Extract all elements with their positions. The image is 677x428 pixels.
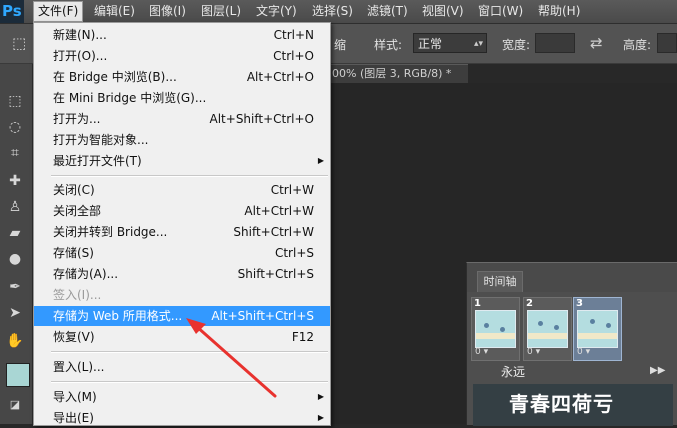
select-arrows-icon: ▴▾ [473,39,483,49]
menu-item-export[interactable]: 导出(E) ▶ [34,408,330,428]
frame-thumbnail [475,310,516,348]
swap-icon[interactable]: ⇄ [590,34,603,52]
submenu-arrow-icon: ▶ [317,413,324,422]
blur-icon[interactable]: ● [3,248,27,270]
menu-item-import[interactable]: 导入(M) ▶ [34,387,330,407]
animation-frame-1[interactable]: 1 0 ▾ [471,297,520,361]
frame-thumbnail [577,310,618,348]
animation-frame-2[interactable]: 2 0 ▾ [523,297,572,361]
tools-panel: ⬚ ◌ ⌗ ✚ ♙ ▰ ● ✒ ➤ ✋ ◪ [0,64,33,424]
style-select-value: 正常 [418,37,443,51]
frame-thumbnail [527,310,568,348]
menu-item-close[interactable]: 关闭(C) Ctrl+W [34,180,330,200]
width-input[interactable] [535,33,575,53]
menu-type[interactable]: 文字(Y) [252,2,301,21]
menu-item-open-as-smart-object[interactable]: 打开为智能对象... [34,130,330,150]
clone-stamp-icon[interactable]: ♙ [3,196,27,218]
menu-separator [51,381,328,383]
document-tab[interactable]: 00% (图层 3, RGB/8) * [330,64,468,83]
timeline-tab[interactable]: 时间轴 [477,271,523,292]
frame-delay[interactable]: 0 ▾ [475,347,488,357]
menu-file[interactable]: 文件(F) [33,1,84,22]
menu-separator [51,175,328,177]
style-label: 样式: [374,38,403,52]
loop-options-select[interactable]: 永远 [501,364,525,380]
animation-frame-3[interactable]: 3 0 ▾ [573,297,622,361]
path-selection-icon[interactable]: ➤ [3,302,27,324]
submenu-arrow-icon: ▶ [317,392,324,401]
menu-layer[interactable]: 图层(L) [197,2,245,21]
preview-text: 青春四荷亏 [509,392,614,416]
pen-icon[interactable]: ✒ [3,276,27,298]
menu-image[interactable]: 图像(I) [145,2,190,21]
menu-item-check-in: 签入(I)... [53,288,102,302]
height-input[interactable] [657,33,677,53]
foreground-color-swatch[interactable] [6,363,30,387]
menu-help[interactable]: 帮助(H) [534,2,584,21]
menu-item-open[interactable]: 打开(O)... Ctrl+O [34,46,330,66]
menu-item-browse-bridge[interactable]: 在 Bridge 中浏览(B)... Alt+Ctrl+O [34,67,330,87]
menu-separator [51,351,328,353]
menu-item-save[interactable]: 存储(S) Ctrl+S [34,243,330,263]
timeline-panel: 时间轴 1 0 ▾ 2 0 ▾ 3 0 ▾ 永远 ▶▶ 青春四荷亏 [466,262,677,426]
file-menu-dropdown: 新建(N)... Ctrl+N 打开(O)... Ctrl+O 在 Bridge 中… [33,22,331,426]
menu-item-new[interactable]: 新建(N)... Ctrl+N [34,25,330,45]
menu-item-revert[interactable]: 恢复(V) F12 [34,327,330,347]
menu-bar: Ps 文件(F) 编辑(E) 图像(I) 图层(L) 文字(Y) 选择(S) 滤… [0,0,677,24]
hand-icon[interactable]: ✋ [3,330,27,352]
menu-item-browse-mini-bridge[interactable]: 在 Mini Bridge 中浏览(G)... [34,88,330,108]
menu-view[interactable]: 视图(V) [418,2,468,21]
frame-number: 2 [526,298,533,309]
options-partial-label: 缩 [334,38,347,52]
width-label: 宽度: [502,38,531,52]
healing-brush-icon[interactable]: ✚ [3,170,27,192]
menu-item-place[interactable]: 置入(L)... [34,357,330,377]
height-label: 高度: [623,38,652,52]
menu-item-open-recent[interactable]: 最近打开文件(T) ▶ [34,151,330,171]
menu-edit[interactable]: 编辑(E) [90,2,139,21]
menu-item-close-all[interactable]: 关闭全部 Alt+Ctrl+W [34,201,330,221]
play-forward-icon[interactable]: ▶▶ [650,365,665,376]
menu-select[interactable]: 选择(S) [308,2,357,21]
menu-window[interactable]: 窗口(W) [474,2,527,21]
frame-number: 3 [576,298,583,309]
canvas-preview-strip: 青春四荷亏 [473,384,673,426]
style-select[interactable]: 正常 ▴▾ [413,33,487,53]
default-colors-icon[interactable]: ◪ [3,394,27,416]
photoshop-logo: Ps [0,0,24,23]
lasso-icon[interactable]: ◌ [3,116,27,138]
frame-delay[interactable]: 0 ▾ [577,347,590,357]
frame-number: 1 [474,298,481,309]
menu-item-close-go-bridge[interactable]: 关闭并转到 Bridge... Shift+Ctrl+W [34,222,330,242]
rectangular-marquee-icon[interactable]: ⬚ [3,90,27,112]
submenu-arrow-icon: ▶ [317,156,324,165]
menu-item-save-for-web[interactable]: 存储为 Web 所用格式... Alt+Shift+Ctrl+S [34,306,330,326]
marquee-options-icon[interactable]: ⬚ [12,34,26,52]
menu-item-open-as[interactable]: 打开为... Alt+Shift+Ctrl+O [34,109,330,129]
menu-item-save-as[interactable]: 存储为(A)... Shift+Ctrl+S [34,264,330,284]
crop-icon[interactable]: ⌗ [3,142,27,164]
menu-filter[interactable]: 滤镜(T) [363,2,412,21]
eraser-icon[interactable]: ▰ [3,222,27,244]
timeline-body: 1 0 ▾ 2 0 ▾ 3 0 ▾ 永远 ▶▶ 青春四荷亏 [467,292,677,426]
frame-delay[interactable]: 0 ▾ [527,347,540,357]
